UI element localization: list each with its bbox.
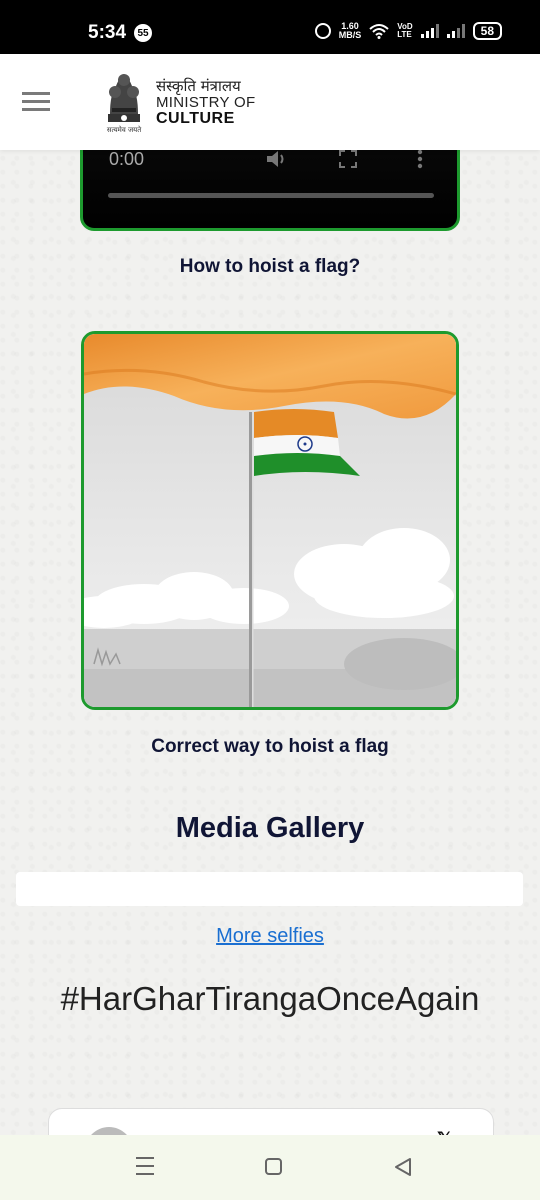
campaign-hashtag: #HarGharTirangaOnceAgain xyxy=(60,980,480,1017)
video-time: 0:00 xyxy=(109,149,145,169)
home-icon[interactable] xyxy=(265,1158,282,1175)
video-caption: How to hoist a flag? xyxy=(179,256,361,277)
recent-apps-icon[interactable] xyxy=(136,1157,154,1175)
flag-animation-caption: Correct way to hoist a flag xyxy=(151,736,389,757)
more-options-icon[interactable] xyxy=(417,149,423,169)
media-gallery-title: Media Gallery xyxy=(175,812,365,844)
volte-indicator: VoD LTE xyxy=(397,23,412,39)
volume-icon[interactable] xyxy=(265,149,289,169)
signal-strength-2-icon xyxy=(446,24,465,38)
network-speed-unit: MB/S xyxy=(338,30,362,40)
status-time: 5:34 xyxy=(88,22,127,43)
battery-icon: 58 xyxy=(472,22,502,40)
system-navigation-bar xyxy=(0,1135,540,1200)
volte-bottom: LTE xyxy=(397,30,412,39)
national-emblem-logo[interactable]: सत्यमेव जयते xyxy=(100,64,148,136)
flag-scene-illustration xyxy=(84,334,456,707)
video-progress-bar[interactable] xyxy=(108,193,434,198)
brand-hindi-name: संस्कृति मंत्रालय xyxy=(156,77,241,95)
wifi-icon xyxy=(369,24,389,39)
site-header: सत्यमेव जयते संस्कृति मंत्रालय MINISTRY … xyxy=(0,54,540,150)
back-icon[interactable] xyxy=(393,1157,413,1177)
flag-hoisting-animation xyxy=(81,331,459,710)
battery-level: 58 xyxy=(480,24,494,38)
brand-name-line2: CULTURE xyxy=(156,110,235,127)
notification-count-badge: 55 xyxy=(134,24,152,42)
network-speed: 1.60 MB/S xyxy=(339,22,362,40)
signal-strength-icon xyxy=(420,24,439,38)
more-selfies-link[interactable]: More selfies xyxy=(0,925,540,948)
status-icons: 1.60 MB/S VoD LTE 58 xyxy=(314,22,502,40)
fullscreen-icon[interactable] xyxy=(339,150,357,168)
brand-name-line1: MINISTRY OF xyxy=(156,94,256,111)
hamburger-menu-icon[interactable] xyxy=(22,92,50,112)
emblem-motto: सत्यमेव जयते xyxy=(107,125,142,134)
status-bar: 5:34 55 1.60 MB/S VoD LTE 58 xyxy=(0,0,540,54)
media-gallery-strip xyxy=(16,872,523,906)
alarm-icon xyxy=(314,23,331,39)
